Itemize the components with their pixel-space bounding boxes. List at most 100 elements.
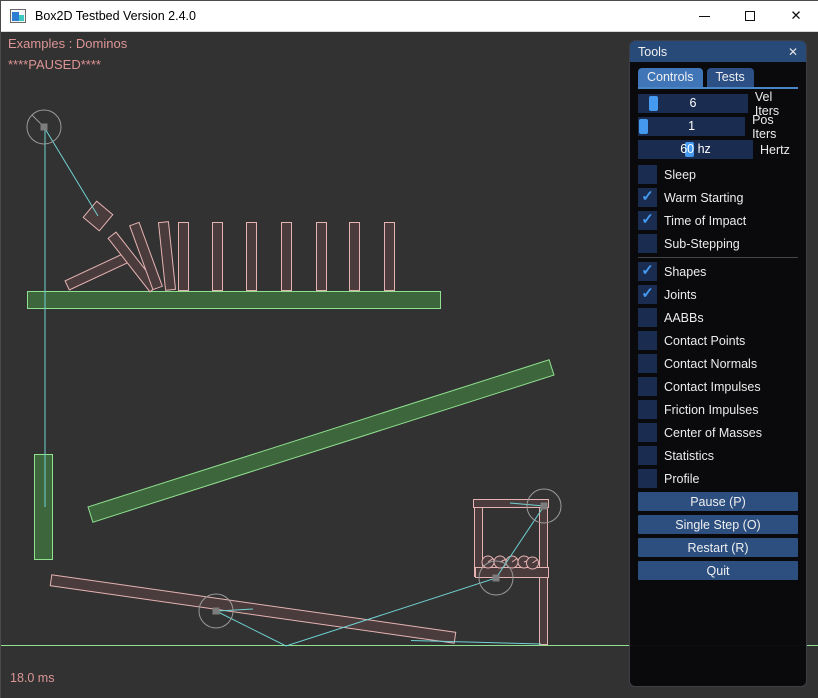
checkbox-friction-impulses[interactable]: ✓ Friction Impulses [638, 400, 798, 419]
ground-joint-line [411, 641, 541, 645]
restart-button[interactable]: Restart (R) [638, 538, 798, 557]
tab-controls-label: Controls [647, 70, 694, 84]
pendulum-rope-line [44, 127, 98, 216]
sleep-checkbox[interactable]: ✓ [638, 165, 657, 184]
checkbox-profile[interactable]: ✓ Profile [638, 469, 798, 488]
single-step-button[interactable]: Single Step (O) [638, 515, 798, 534]
box2d-testbed-window: { "window": { "title": "Box2D Testbed Ve… [0, 0, 818, 698]
check-icon: ✓ [641, 212, 654, 227]
window-title: Box2D Testbed Version 2.4.0 [35, 9, 196, 23]
vel-iters-slider[interactable]: 6 [638, 94, 748, 113]
tab-controls[interactable]: Controls [638, 68, 703, 87]
solver-checkbox-group: ✓ Sleep ✓ Warm Starting ✓ Time of Impact… [638, 165, 798, 253]
tab-bar: Controls Tests [638, 68, 798, 89]
statistics-label: Statistics [664, 449, 714, 463]
shapes-checkbox[interactable]: ✓ [638, 262, 657, 281]
domino [350, 223, 360, 291]
balls-group [482, 556, 539, 569]
statistics-checkbox[interactable]: ✓ [638, 446, 657, 465]
aabbs-checkbox[interactable]: ✓ [638, 308, 657, 327]
window-titlebar[interactable]: Box2D Testbed Version 2.4.0 ✕ [1, 1, 818, 32]
vel-iters-value: 6 [638, 94, 748, 113]
center-of-masses-checkbox[interactable]: ✓ [638, 423, 657, 442]
checkbox-sleep[interactable]: ✓ Sleep [638, 165, 798, 184]
aabbs-label: AABBs [664, 311, 704, 325]
domino [179, 223, 189, 291]
checkbox-joints[interactable]: ✓ Joints [638, 285, 798, 304]
contact-points-checkbox[interactable]: ✓ [638, 331, 657, 350]
contact-impulses-label: Contact Impulses [664, 380, 761, 394]
contact-normals-label: Contact Normals [664, 357, 757, 371]
time-of-impact-checkbox[interactable]: ✓ [638, 211, 657, 230]
domino-fallen [65, 252, 131, 290]
check-icon: ✓ [641, 189, 654, 204]
joints-label: Joints [664, 288, 697, 302]
friction-impulses-checkbox[interactable]: ✓ [638, 400, 657, 419]
separator [638, 257, 798, 258]
simulation-canvas[interactable]: Examples : Dominos ****PAUSED**** 18.0 m… [1, 32, 818, 698]
pivot-anchor [27, 110, 61, 144]
warm-starting-label: Warm Starting [664, 191, 743, 205]
check-icon: ✓ [641, 286, 654, 301]
hertz-slider[interactable]: 60 hz [638, 140, 753, 159]
checkbox-contact-normals[interactable]: ✓ Contact Normals [638, 354, 798, 373]
contact-impulses-checkbox[interactable]: ✓ [638, 377, 657, 396]
close-button[interactable]: ✕ [773, 1, 818, 31]
checkbox-sub-stepping[interactable]: ✓ Sub-Stepping [638, 234, 798, 253]
contact-normals-checkbox[interactable]: ✓ [638, 354, 657, 373]
tilted-green-plank [88, 360, 554, 522]
shapes-label: Shapes [664, 265, 706, 279]
profile-label: Profile [664, 472, 699, 486]
checkbox-warm-starting[interactable]: ✓ Warm Starting [638, 188, 798, 207]
button-group: Pause (P) Single Step (O) Restart (R) Qu… [638, 492, 798, 580]
checkbox-statistics[interactable]: ✓ Statistics [638, 446, 798, 465]
domino-platform [28, 292, 441, 309]
tab-tests[interactable]: Tests [707, 68, 754, 87]
tools-panel-close-icon[interactable]: ✕ [788, 45, 798, 59]
example-label: Examples : Dominos [8, 36, 127, 51]
minimize-button[interactable] [681, 1, 727, 31]
app-icon [10, 9, 26, 23]
pos-iters-slider[interactable]: 1 [638, 117, 745, 136]
paused-label: ****PAUSED**** [8, 57, 101, 72]
maximize-button[interactable] [727, 1, 773, 31]
slider-group: 6 Vel Iters 1 Pos Iters 60 hz [638, 94, 798, 159]
quit-button[interactable]: Quit [638, 561, 798, 580]
minimize-icon [699, 16, 710, 17]
tools-panel-titlebar[interactable]: Tools ✕ [630, 41, 806, 62]
window-controls: ✕ [681, 1, 818, 31]
domino [385, 223, 395, 291]
center-of-masses-label: Center of Masses [664, 426, 762, 440]
tools-panel: Tools ✕ Controls Tests 6 Vel Iters [629, 40, 807, 687]
checkbox-contact-points[interactable]: ✓ Contact Points [638, 331, 798, 350]
checkbox-center-of-masses[interactable]: ✓ Center of Masses [638, 423, 798, 442]
green-post [35, 455, 53, 560]
profile-checkbox[interactable]: ✓ [638, 469, 657, 488]
checkbox-aabbs[interactable]: ✓ AABBs [638, 308, 798, 327]
sub-stepping-label: Sub-Stepping [664, 237, 740, 251]
hertz-label: Hertz [760, 143, 790, 157]
tab-tests-label: Tests [716, 70, 745, 84]
vel-iters-row: 6 Vel Iters [638, 94, 798, 113]
pos-iters-label: Pos Iters [752, 113, 798, 141]
hertz-value: 60 hz [638, 140, 753, 159]
frame-time-label: 18.0 ms [10, 671, 54, 685]
check-icon: ✓ [641, 263, 654, 278]
joints-checkbox[interactable]: ✓ [638, 285, 657, 304]
draw-checkbox-group: ✓ Shapes ✓ Joints ✓ AABBs ✓ Contact Poin… [638, 262, 798, 488]
checkbox-shapes[interactable]: ✓ Shapes [638, 262, 798, 281]
contact-points-label: Contact Points [664, 334, 745, 348]
domino [317, 223, 327, 291]
pos-iters-value: 1 [638, 117, 745, 136]
pos-iters-row: 1 Pos Iters [638, 117, 798, 136]
checkbox-contact-impulses[interactable]: ✓ Contact Impulses [638, 377, 798, 396]
warm-starting-checkbox[interactable]: ✓ [638, 188, 657, 207]
frame-left-post [475, 507, 483, 577]
sub-stepping-checkbox[interactable]: ✓ [638, 234, 657, 253]
checkbox-time-of-impact[interactable]: ✓ Time of Impact [638, 211, 798, 230]
maximize-icon [745, 11, 755, 21]
pause-button[interactable]: Pause (P) [638, 492, 798, 511]
hertz-row: 60 hz Hertz [638, 140, 798, 159]
time-of-impact-label: Time of Impact [664, 214, 746, 228]
domino [282, 223, 292, 291]
